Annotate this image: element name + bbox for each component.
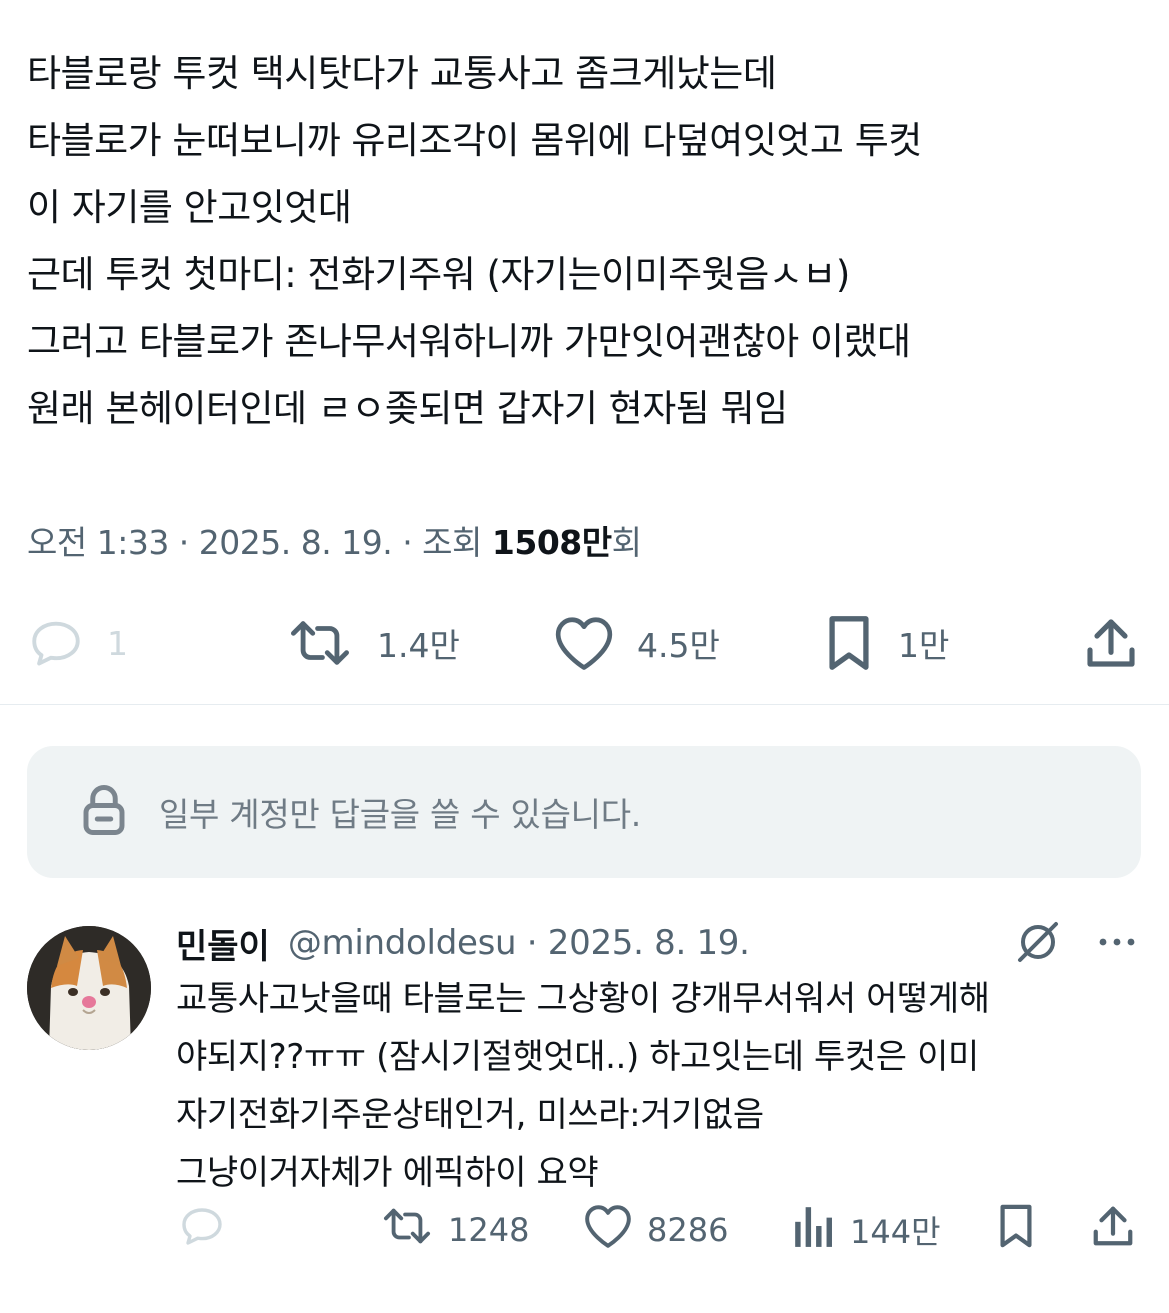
reply-text-line: 야되지??ㅠㅠ (잠시기절햇엇대..) 하고잇는데 투컷은 이미	[176, 1037, 979, 1077]
bookmark-count: 1만	[898, 626, 950, 665]
reply-actions: 1248 8286 144만	[0, 1200, 1169, 1260]
reply-like-count: 8286	[647, 1211, 729, 1249]
reply-author-handle[interactable]: @mindoldesu · 2025. 8. 19.	[288, 923, 750, 963]
view-count-suffix: 회	[611, 523, 642, 562]
share-icon	[1090, 1203, 1136, 1257]
reply-like-button[interactable]: 8286	[583, 1200, 728, 1260]
tweet-text-line: 원래 본헤이터인데 ㄹㅇ좆되면 갑자기 현자됨 뭐임	[27, 387, 788, 430]
tweet-meta: 오전 1:33 · 2025. 8. 19. · 조회 1508만회	[27, 516, 642, 564]
view-count: 1508만	[491, 523, 612, 562]
avatar[interactable]	[27, 926, 151, 1050]
reply-restriction-text: 일부 계정만 답글을 쓸 수 있습니다.	[159, 795, 641, 834]
tweet-text: 타블로랑 투컷 택시탓다가 교통사고 좀크게났는데 타블로가 눈떠보니까 유리조…	[27, 40, 1147, 442]
reply-text-line: 교통사고낫을때 타블로는 그상황이 걍개무서워서 어떻게해	[176, 979, 990, 1019]
reply-views-count: 144만	[850, 1213, 941, 1251]
share-icon	[1083, 614, 1139, 672]
reply-restriction-banner: 일부 계정만 답글을 쓸 수 있습니다.	[27, 746, 1141, 878]
lock-icon	[81, 783, 127, 841]
reply-views-button[interactable]: 144만	[792, 1200, 941, 1260]
retweet-button[interactable]: 1.4만	[285, 605, 460, 681]
reply-count: 1	[107, 623, 128, 663]
like-count: 4.5만	[637, 626, 720, 665]
retweet-icon	[285, 614, 355, 672]
heart-icon	[583, 1203, 633, 1257]
reply-text-line: 자기전화기주운상태인거, 미쓰라:거기없음	[176, 1095, 764, 1135]
tweet-text-line: 타블로가 눈떠보니까 유리조각이 몸위에 다덮여잇엇고 투컷	[27, 119, 922, 162]
reply-share-button[interactable]	[1090, 1200, 1136, 1260]
bookmark-icon	[995, 1203, 1037, 1257]
reply-retweet-button[interactable]: 1248	[380, 1200, 529, 1260]
reply-icon	[178, 1202, 226, 1258]
tweet-timestamp[interactable]: 오전 1:33 · 2025. 8. 19. · 조회	[27, 523, 492, 562]
bookmark-icon	[822, 614, 876, 672]
reply-retweet-count: 1248	[448, 1211, 530, 1249]
reply-text: 교통사고낫을때 타블로는 그상황이 걍개무서워서 어떻게해 야되지??ㅠㅠ (잠…	[176, 970, 1136, 1202]
tweet-text-line: 그러고 타블로가 존나무서워하니까 가만잇어괜찮아 이랬대	[27, 320, 911, 363]
reply-reply-button[interactable]	[178, 1200, 226, 1260]
heart-icon	[553, 614, 615, 672]
reply-text-line: 그냥이거자체가 에픽하이 요약	[176, 1153, 599, 1193]
divider	[0, 704, 1169, 705]
grok-icon[interactable]	[1014, 918, 1062, 970]
more-icon[interactable]	[1093, 918, 1141, 970]
tweet-actions: 1 1.4만 4.5만 1만	[0, 605, 1169, 681]
bookmark-button[interactable]: 1만	[822, 605, 949, 681]
reply-header: 민돌이 @mindoldesu · 2025. 8. 19.	[176, 919, 750, 968]
reply-tweet[interactable]: 민돌이 @mindoldesu · 2025. 8. 19. 교통사고낫을때 타…	[0, 910, 1169, 1310]
reply-icon	[27, 614, 85, 672]
share-button[interactable]	[1083, 605, 1139, 681]
reply-author-name[interactable]: 민돌이	[176, 919, 270, 968]
like-button[interactable]: 4.5만	[553, 605, 720, 681]
tweet-text-line: 이 자기를 안고잇엇대	[27, 186, 352, 229]
retweet-count: 1.4만	[377, 626, 460, 665]
tweet-text-line: 타블로랑 투컷 택시탓다가 교통사고 좀크게났는데	[27, 52, 777, 95]
tweet-text-line: 근데 투컷 첫마디: 전화기주워 (자기는이미주웟음ㅅㅂ)	[27, 253, 850, 296]
views-icon	[792, 1203, 836, 1257]
reply-bookmark-button[interactable]	[995, 1200, 1037, 1260]
reply-button[interactable]: 1	[27, 605, 128, 681]
retweet-icon	[380, 1203, 434, 1257]
cat-avatar	[27, 926, 151, 1050]
